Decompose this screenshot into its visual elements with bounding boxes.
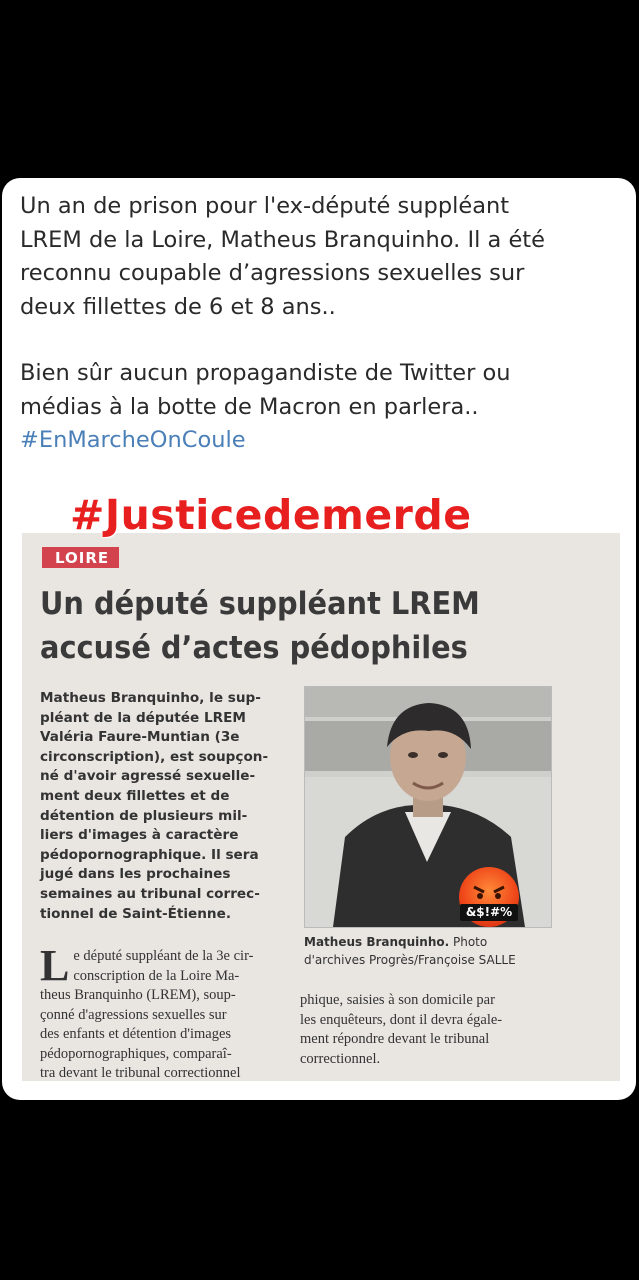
- tweet-text: Un an de prison pour l'ex-député suppléa…: [20, 190, 620, 458]
- caption-name: Matheus Branquinho.: [304, 935, 450, 949]
- lead-line: semaines au tribunal correc-: [40, 885, 260, 902]
- body-line: ment répondre devant le tribunal: [300, 1031, 490, 1047]
- lead-line: Matheus Branquinho, le sup-: [40, 690, 261, 706]
- body-line: pédopornographiques, comparaî-: [40, 1045, 232, 1062]
- lead-line: jugé dans les prochaines: [40, 866, 231, 883]
- article-headline: Un député suppléant LREM accusé d’actes …: [40, 582, 570, 670]
- lead-line: détention de plusieurs mil-: [40, 807, 248, 824]
- tweet-line: Un an de prison pour l'ex-député suppléa…: [20, 193, 510, 219]
- article-body-right: phique, saisies à son domicile par les e…: [300, 991, 545, 1069]
- post-card: Un an de prison pour l'ex-député suppléa…: [2, 178, 636, 1100]
- lead-line: liers d'images à caractère: [40, 827, 239, 844]
- body-line: correctionnel.: [300, 1050, 381, 1067]
- newspaper-clipping: LOIRE Un député suppléant LREM accusé d’…: [22, 533, 620, 1081]
- tweet-line: Bien sûr aucun propagandiste de Twitter …: [20, 360, 511, 386]
- body-line: theus Branquinho (LREM), soup-: [40, 987, 236, 1003]
- body-line: les enquêteurs, dont il devra égale-: [300, 1011, 503, 1028]
- overlay-hashtag: #Justicedemerde: [70, 491, 472, 539]
- hashtag-link[interactable]: #EnMarcheOnCoule: [20, 424, 620, 458]
- tweet-line: deux fillettes de 6 et 8 ans..: [20, 293, 336, 320]
- lead-line: ment deux fillettes et de: [40, 787, 230, 804]
- body-line: tra devant le tribunal correctionnel: [40, 1065, 241, 1081]
- lead-line: pléant de la députée LREM: [40, 709, 246, 726]
- body-line: e député suppléant de la 3e cir-: [73, 948, 254, 964]
- body-line: çonné d'agressions sexuelles sur: [40, 1006, 227, 1023]
- article-lead: Matheus Branquinho, le sup- pléant de la…: [40, 689, 300, 924]
- censored-text: &$!#%: [460, 904, 518, 921]
- tweet-line: médias à la botte de Macron en parlera..: [20, 393, 479, 420]
- lead-line: pédopornographique. Il sera: [40, 846, 259, 863]
- lead-line: tionnel de Saint-Étienne.: [40, 905, 231, 922]
- caption-credit: d'archives Progrès/Françoise SALLE: [304, 953, 516, 967]
- lead-line: Valéria Faure-Muntian (3e: [40, 729, 240, 746]
- caption-credit: Photo: [449, 935, 488, 949]
- photo-caption: Matheus Branquinho. Photo d'archives Pro…: [304, 933, 574, 969]
- lead-line: né d'avoir agressé sexuelle-: [40, 768, 256, 785]
- section-label: LOIRE: [42, 547, 120, 568]
- headline-line: accusé d’actes pédophiles: [40, 630, 468, 666]
- drop-cap: L: [40, 941, 70, 990]
- article-body-left: L e député suppléant de la 3e cir- consc…: [40, 941, 302, 1082]
- tweet-line: reconnu coupable d’agressions sexuelles …: [20, 260, 525, 286]
- body-line: conscription de la Loire Ma-: [73, 967, 240, 984]
- tweet-line: LREM de la Loire, Matheus Branquinho. Il…: [20, 226, 545, 253]
- body-line: des enfants et détention d'images: [40, 1026, 232, 1042]
- headline-line: Un député suppléant LREM: [40, 586, 480, 622]
- body-line: phique, saisies à son domicile par: [300, 992, 495, 1008]
- lead-line: circonscription), est soupçon-: [40, 748, 269, 765]
